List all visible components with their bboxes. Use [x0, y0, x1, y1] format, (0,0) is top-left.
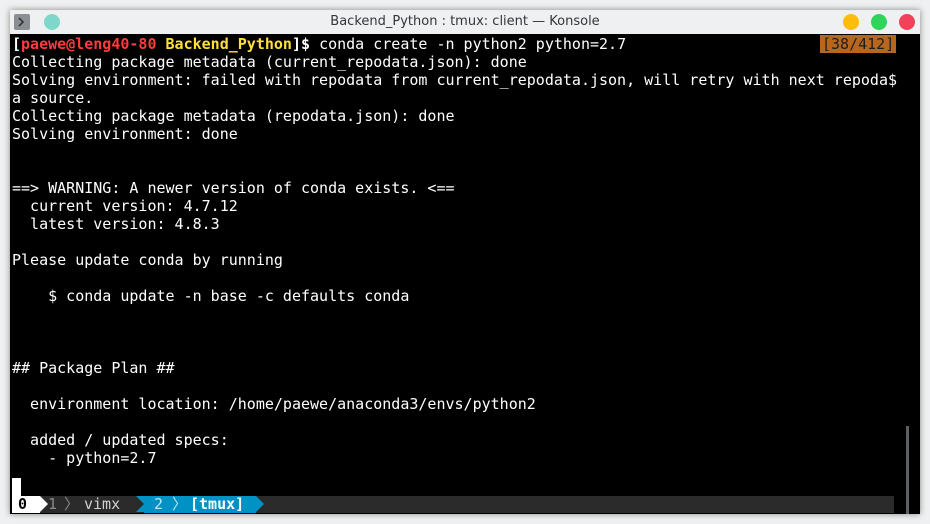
output-line: Collecting package metadata (repodata.js… — [12, 107, 455, 125]
warning-line: ==> WARNING: A newer version of conda ex… — [12, 179, 455, 197]
prompt-close: ]$ — [291, 35, 320, 53]
prompt-cwd: Backend_Python — [165, 35, 292, 53]
text-cursor — [12, 478, 21, 496]
output-line: Solving environment: done — [12, 125, 238, 143]
prompt-line: [paewe@leng40-80 Backend_Python]$ conda … — [12, 35, 626, 53]
prompt-user-host: paewe@leng40-80 — [21, 35, 157, 53]
prompt-open-bracket: [ — [12, 35, 22, 53]
tmux-window-1-name[interactable]: vimx — [84, 496, 120, 513]
output-line: added / updated specs: — [12, 431, 229, 449]
window-title: Backend_Python : tmux: client — Konsole — [330, 14, 600, 29]
scrollbar-thumb[interactable] — [906, 426, 909, 514]
output-line: environment location: /home/paewe/anacon… — [12, 395, 536, 413]
tmux-window-0[interactable]: 0 — [12, 496, 40, 513]
powerline-arrow — [40, 496, 48, 512]
output-line: latest version: 4.8.3 — [12, 215, 220, 233]
tmux-window-2-name[interactable]: [tmux] — [190, 496, 244, 513]
terminal-area[interactable]: [paewe@leng40-80 Backend_Python]$ conda … — [10, 34, 920, 514]
minimize-button[interactable] — [843, 14, 859, 30]
output-line: - python=2.7 — [12, 449, 157, 467]
scroll-position-badge: [38/412] — [820, 35, 897, 53]
powerline-arrow — [136, 496, 144, 512]
chevron-right-icon: 〉 — [64, 495, 80, 513]
tmux-window-2-index[interactable]: 2 — [154, 496, 163, 513]
output-line: Collecting package metadata (current_rep… — [12, 53, 527, 71]
konsole-window: Backend_Python : tmux: client — Konsole … — [10, 10, 920, 514]
output-line: a source. — [12, 89, 94, 107]
maximize-button[interactable] — [871, 14, 887, 30]
output-line: ## Package Plan ## — [12, 359, 175, 377]
output-line: $ conda update -n base -c defaults conda — [12, 287, 410, 305]
powerline-arrow — [256, 496, 264, 512]
tmux-window-1-index[interactable]: 1 — [48, 496, 57, 513]
output-line: Solving environment: failed with repodat… — [12, 71, 898, 89]
close-button[interactable] — [899, 14, 915, 30]
tmux-status-bar: 0 1 〉 vimx 2 〉 [tmux] — [12, 496, 894, 513]
prompt-command: conda create -n python2 python=2.7 — [319, 35, 627, 53]
output-line: Please update conda by running — [12, 251, 283, 269]
title-bar: Backend_Python : tmux: client — Konsole — [10, 10, 920, 34]
chevron-right-icon: 〉 — [172, 495, 188, 513]
output-line: current version: 4.7.12 — [12, 197, 238, 215]
